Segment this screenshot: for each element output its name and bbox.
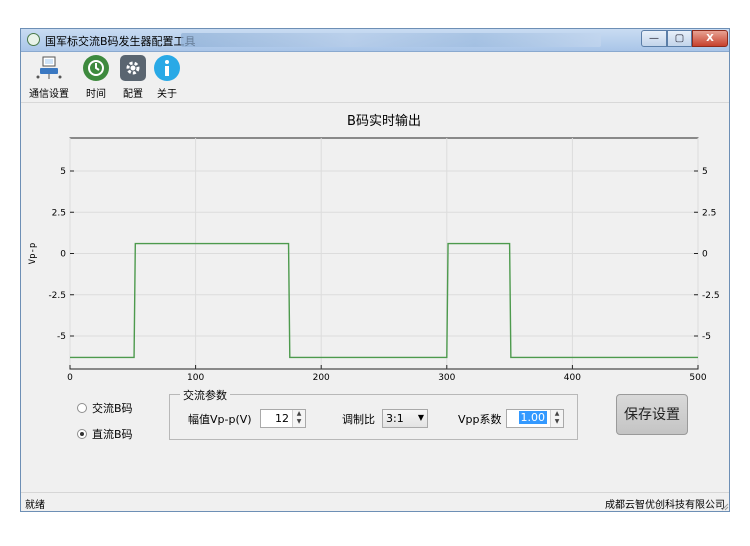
- vpp-coef-spinbox[interactable]: 1.00 ▲ ▼: [506, 409, 564, 428]
- status-bar: 就绪 成都云智优创科技有限公司: [21, 492, 729, 511]
- radio-ac-label: 交流B码: [92, 402, 133, 415]
- x-tick-label: 200: [313, 373, 330, 383]
- y-tick-label-left: 0: [60, 250, 66, 260]
- amplitude-spin-arrows[interactable]: ▲ ▼: [292, 410, 305, 427]
- chevron-down-icon: ▼: [417, 413, 424, 422]
- y-tick-label-left: -2.5: [48, 291, 66, 301]
- save-settings-button[interactable]: 保存设置: [616, 394, 688, 435]
- amplitude-label: 幅值Vp-p(V): [188, 413, 252, 426]
- clock-icon: [83, 55, 109, 81]
- company-text: 成都云智优创科技有限公司: [605, 500, 725, 511]
- y-tick-label-right: -5: [702, 332, 711, 342]
- title-bar: 国军标交流B码发生器配置工具 — ▢ X: [21, 29, 729, 52]
- status-text: 就绪: [25, 500, 45, 511]
- ac-params-title: 交流参数: [180, 387, 230, 403]
- mod-ratio-label: 调制比: [342, 413, 375, 426]
- y-axis-label: Vp-p: [28, 243, 38, 265]
- y-tick-label-right: -2.5: [702, 291, 720, 301]
- y-tick-label-right: 5: [702, 167, 708, 177]
- toolbar-label-config: 配置: [123, 89, 143, 100]
- y-tick-label-left: 2.5: [52, 208, 66, 218]
- gear-icon: [120, 55, 146, 81]
- radio-dc-indicator[interactable]: [77, 429, 87, 439]
- window-title: 国军标交流B码发生器配置工具: [45, 35, 196, 48]
- amplitude-value: 12: [275, 412, 289, 425]
- network-computer-icon: [36, 55, 62, 81]
- toolbar-label-about: 关于: [157, 89, 177, 100]
- ac-params-group: 交流参数 幅值Vp-p(V) 12 ▲ ▼ 调制比 3:1 ▼ Vpp系数 1.0…: [169, 387, 578, 440]
- vpp-coef-spin-arrows[interactable]: ▲ ▼: [550, 410, 563, 427]
- radio-dc-label: 直流B码: [92, 428, 133, 441]
- radio-ac-bcode[interactable]: 交流B码: [77, 400, 133, 416]
- y-tick-label-left: -5: [57, 332, 66, 342]
- resize-grip-icon[interactable]: [721, 503, 729, 511]
- mod-ratio-select[interactable]: 3:1 ▼: [382, 409, 428, 428]
- toolbar-config[interactable]: 配置: [120, 55, 146, 100]
- y-tick-label-right: 0: [702, 250, 708, 260]
- y-tick-label-right: 2.5: [702, 208, 716, 218]
- mod-ratio-value: 3:1: [386, 412, 404, 425]
- toolbar: 通信设置 时间 配置 关于: [21, 52, 729, 103]
- radio-ac-indicator[interactable]: [77, 403, 87, 413]
- radio-dc-bcode[interactable]: 直流B码: [77, 426, 133, 442]
- toolbar-label-time: 时间: [86, 89, 106, 100]
- vpp-coef-value: 1.00: [518, 411, 547, 424]
- x-tick-label: 300: [438, 373, 455, 383]
- amplitude-spinbox[interactable]: 12 ▲ ▼: [260, 409, 306, 428]
- y-tick-label-left: 5: [60, 167, 66, 177]
- output-chart: B码实时输出 0 100 200 300 400 500 5 5 2.5 2.5 0 0 -2.5 -2.5…: [21, 103, 729, 383]
- chart-svg: B码实时输出 0 100 200 300 400 500 5 5 2.5 2.5 0 0 -2.5 -2.5…: [28, 113, 720, 383]
- app-icon: [27, 33, 40, 46]
- x-tick-label: 400: [564, 373, 581, 383]
- toolbar-time[interactable]: 时间: [83, 55, 109, 100]
- x-tick-label: 100: [187, 373, 204, 383]
- vpp-coef-label: Vpp系数: [458, 413, 502, 426]
- app-window: 国军标交流B码发生器配置工具 — ▢ X 通信设置 时间 配置 关于 B码实时输…: [20, 28, 730, 512]
- chart-title: B码实时输出: [347, 113, 421, 129]
- toolbar-comm-settings[interactable]: 通信设置: [29, 55, 69, 100]
- minimize-button[interactable]: —: [641, 30, 667, 47]
- blurred-taskbar-strip: [181, 33, 601, 47]
- maximize-button[interactable]: ▢: [667, 30, 692, 47]
- toolbar-label-comm: 通信设置: [29, 89, 69, 100]
- info-icon: [154, 55, 180, 81]
- toolbar-about[interactable]: 关于: [154, 55, 180, 100]
- close-button[interactable]: X: [692, 30, 728, 47]
- x-tick-label: 0: [67, 373, 73, 383]
- x-tick-label: 500: [689, 373, 706, 383]
